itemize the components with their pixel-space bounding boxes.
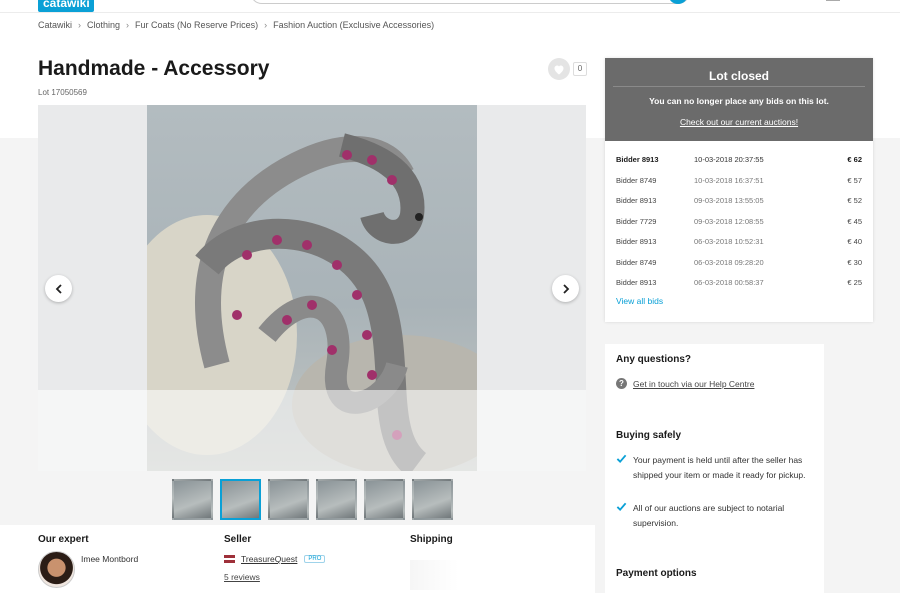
safety-point-text: All of our auctions are subject to notar… [633,503,785,528]
breadcrumb-separator: › [78,20,82,30]
shipping-info-placeholder [410,560,480,590]
bid-row: Bidder 8913 06-03-2018 10:52:31 € 40 [616,237,862,249]
thumbnail[interactable] [172,479,213,520]
breadcrumb-bar: Catawiki › Clothing › Fur Coats (No Rese… [0,12,900,38]
top-navigation-bar: catawiki [0,0,900,12]
safety-point: All of our auctions are subject to notar… [616,501,816,530]
pro-badge: PRO [304,555,326,563]
breadcrumb-item-catawiki[interactable]: Catawiki [38,20,72,30]
info-panel: Any questions? ? Get in touch via our He… [605,344,824,593]
bidder-name: Bidder 8913 [616,155,659,164]
bid-row: Bidder 7729 09-03-2018 12:08:55 € 45 [616,217,862,229]
favorite-button[interactable] [548,58,570,80]
bid-date: 09-03-2018 13:55:05 [694,196,764,205]
bid-amount: € 45 [847,217,862,226]
breadcrumb-separator: › [264,20,268,30]
thumbnail[interactable] [412,479,453,520]
bid-amount: € 30 [847,258,862,267]
seller-row: TreasureQuest PRO [224,554,326,564]
next-image-button[interactable] [552,275,579,302]
breadcrumb: Catawiki › Clothing › Fur Coats (No Rese… [38,20,434,30]
payment-options-heading: Payment options [616,568,697,579]
bid-row: Bidder 8913 10-03-2018 20:37:55 € 62 [616,155,862,167]
breadcrumb-separator: › [126,20,130,30]
bid-date: 06-03-2018 09:28:20 [694,258,764,267]
bid-row: Bidder 8749 10-03-2018 16:37:51 € 57 [616,176,862,188]
flag-icon [224,555,235,563]
bid-panel: Lot closed You can no longer place any b… [605,58,873,322]
bidder-name: Bidder 8749 [616,258,657,267]
chevron-left-icon [55,283,62,294]
check-icon [616,454,627,464]
seller-name-link[interactable]: TreasureQuest [241,554,297,564]
bid-amount: € 57 [847,176,862,185]
shipping-heading: Shipping [410,534,453,545]
bid-date: 06-03-2018 10:52:31 [694,237,764,246]
avatar [38,551,75,588]
questions-heading: Any questions? [616,354,692,365]
divider [613,86,865,87]
view-all-bids-link[interactable]: View all bids [616,296,663,306]
safety-point: Your payment is held until after the sel… [616,453,816,482]
safety-point-text: Your payment is held until after the sel… [633,455,806,480]
thumbnail-strip [172,479,453,520]
bid-row: Bidder 8913 09-03-2018 13:55:05 € 52 [616,196,862,208]
menu-icon[interactable] [826,0,840,1]
gallery-fade-overlay [38,390,586,471]
thumbnail[interactable] [364,479,405,520]
help-centre-link[interactable]: Get in touch via our Help Centre [633,379,754,389]
current-auctions-link[interactable]: Check out our current auctions! [605,117,873,127]
lot-number: Lot 17050569 [38,88,87,97]
check-icon [616,502,627,512]
bid-date: 09-03-2018 12:08:55 [694,217,764,226]
buying-safely-heading: Buying safely [616,430,682,441]
catawiki-logo[interactable]: catawiki [38,0,94,12]
bid-row: Bidder 8913 06-03-2018 00:58:37 € 25 [616,278,862,290]
chevron-right-icon [562,283,569,294]
heart-icon [554,65,564,74]
lot-closed-message: You can no longer place any bids on this… [649,96,829,106]
bid-date: 10-03-2018 16:37:51 [694,176,764,185]
search-input[interactable] [250,0,690,4]
bid-date: 10-03-2018 20:37:55 [694,155,764,164]
thumbnail-active[interactable] [220,479,261,520]
expert-heading: Our expert [38,534,89,545]
help-centre-row[interactable]: ? Get in touch via our Help Centre [616,378,754,389]
lot-closed-title: Lot closed [708,69,769,83]
bid-amount: € 62 [847,155,862,164]
bidder-name: Bidder 8913 [616,237,657,246]
expert-name: Imee Montbord [81,554,139,564]
lot-closed-banner: Lot closed You can no longer place any b… [605,58,873,141]
bidder-name: Bidder 7729 [616,217,657,226]
bid-row: Bidder 8749 06-03-2018 09:28:20 € 30 [616,258,862,270]
bidder-name: Bidder 8913 [616,196,657,205]
bidder-name: Bidder 8913 [616,278,657,287]
bid-date: 06-03-2018 00:58:37 [694,278,764,287]
image-gallery [38,105,586,471]
breadcrumb-item-fashion-auction[interactable]: Fashion Auction (Exclusive Accessories) [273,20,434,30]
breadcrumb-item-fur-coats[interactable]: Fur Coats (No Reserve Prices) [135,20,258,30]
page-title: Handmade - Accessory [38,57,270,80]
bidder-name: Bidder 8749 [616,176,657,185]
previous-image-button[interactable] [45,275,72,302]
thumbnail[interactable] [316,479,357,520]
question-icon: ? [616,378,627,389]
thumbnail[interactable] [268,479,309,520]
bid-amount: € 25 [847,278,862,287]
favorites-count: 0 [573,62,587,76]
breadcrumb-item-clothing[interactable]: Clothing [87,20,120,30]
bid-amount: € 40 [847,237,862,246]
seller-reviews-link[interactable]: 5 reviews [224,572,260,582]
seller-heading: Seller [224,534,252,545]
bid-amount: € 52 [847,196,862,205]
